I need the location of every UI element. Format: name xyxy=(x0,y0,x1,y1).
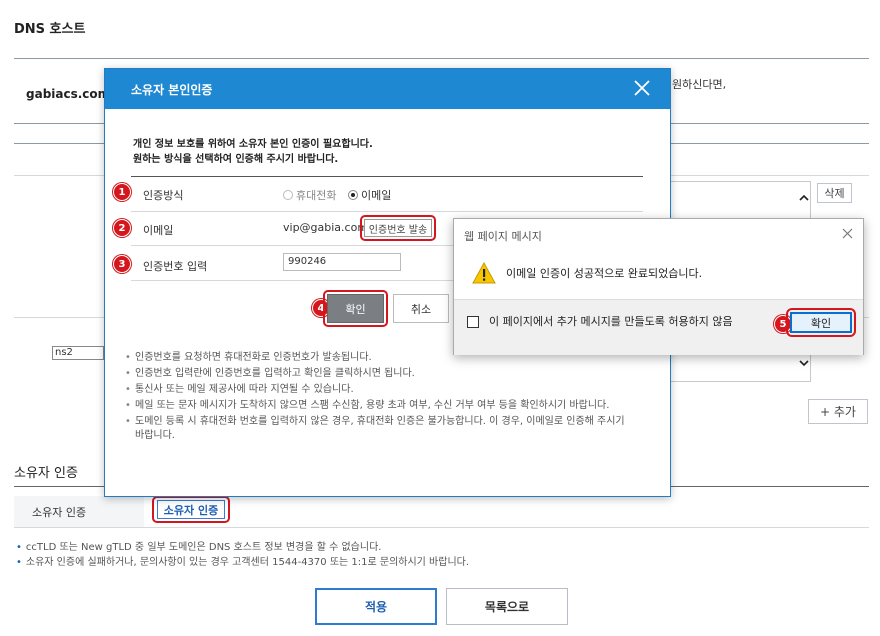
divider xyxy=(131,211,643,212)
radio-label: 이메일 xyxy=(360,189,392,202)
list-item: 인증번호 입력란에 인증번호를 입력하고 확인을 클릭하시면 됩니다. xyxy=(125,367,655,381)
method-label: 인증방식 xyxy=(143,189,184,202)
list-item: 도메인 등록 시 휴대전화 번호를 입력하지 않은 경우, 휴대전화 인증은 불… xyxy=(125,415,655,443)
code-input[interactable]: 990246 xyxy=(283,253,401,271)
owner-row-label: 소유자 인증 xyxy=(14,496,144,527)
radio-circle[interactable] xyxy=(347,190,358,200)
highlight-ring xyxy=(786,308,856,337)
page-title: DNS 호스트 xyxy=(14,22,86,37)
apply-button[interactable]: 적용 xyxy=(315,588,437,625)
suppress-checkbox-label: 이 페이지에서 추가 메시지를 만들도록 허용하지 않음 xyxy=(489,315,733,328)
intro-line: 개인 정보 보호를 위하여 소유자 본인 인증이 필요합니다. xyxy=(133,139,373,150)
ns-textarea[interactable] xyxy=(670,181,811,221)
modal-header: 소유자 본인인증 xyxy=(105,69,670,109)
web-message-dialog: 웹 페이지 메시지 이메일 인증이 성공적으로 완료되었습니다. 이 페이지에서… xyxy=(453,218,864,355)
radio-email[interactable]: 이메일 xyxy=(347,189,392,202)
email-label: 이메일 xyxy=(143,224,174,237)
step-badge: 3 xyxy=(113,255,131,273)
dialog-message: 이메일 인증이 성공적으로 완료되었습니다. xyxy=(506,267,703,280)
ns2-input[interactable]: ns2 xyxy=(52,346,104,360)
owner-section-title: 소유자 인증 xyxy=(14,466,78,481)
highlight-ring xyxy=(323,290,388,327)
background-text: 원하신다면, xyxy=(672,78,727,91)
close-icon[interactable] xyxy=(632,78,652,98)
modal-intro: 개인 정보 보호를 위하여 소유자 본인 인증이 필요합니다. 원하는 방식을 … xyxy=(133,137,373,167)
cancel-button[interactable]: 취소 xyxy=(393,294,449,323)
delete-button[interactable]: 삭제 xyxy=(817,183,852,203)
suppress-checkbox[interactable] xyxy=(467,316,479,328)
notes-list: ccTLD 또는 New gTLD 중 일부 도메인은 DNS 호스트 정보 변… xyxy=(16,540,469,570)
add-button[interactable]: + 추가 xyxy=(808,399,868,424)
highlight-ring xyxy=(152,496,230,523)
step-badge: 1 xyxy=(113,183,131,201)
radio-circle[interactable] xyxy=(283,190,293,200)
domain-name: gabiacs.com xyxy=(26,87,111,101)
divider xyxy=(14,527,869,528)
close-icon[interactable] xyxy=(842,228,853,239)
chevron-up-icon[interactable] xyxy=(799,194,809,201)
chevron-down-icon[interactable] xyxy=(799,360,809,367)
dialog-title: 웹 페이지 메시지 xyxy=(464,230,542,243)
divider xyxy=(14,58,869,59)
back-to-list-button[interactable]: 목록으로 xyxy=(446,588,568,625)
radio-label: 휴대전화 xyxy=(296,189,337,202)
email-value: vip@gabia.com xyxy=(283,221,369,234)
method-radio-group: 휴대전화 이메일 xyxy=(283,187,391,203)
list-item: 통신사 또는 메일 제공사에 따라 지연될 수 있습니다. xyxy=(125,383,655,397)
code-label: 인증번호 입력 xyxy=(143,260,208,273)
modal-title: 소유자 본인인증 xyxy=(131,82,213,97)
dialog-footer: 이 페이지에서 추가 메시지를 만들도록 허용하지 않음 5 확인 xyxy=(454,299,863,355)
list-item: 메일 또는 문자 메시지가 도착하지 않으면 스팸 수신함, 용량 초과 여부,… xyxy=(125,399,655,413)
highlight-ring xyxy=(360,215,436,241)
list-item: ccTLD 또는 New gTLD 중 일부 도메인은 DNS 호스트 정보 변… xyxy=(16,540,469,555)
list-item: 소유자 인증에 실패하거나, 문의사항이 있는 경우 고객센터 1544-437… xyxy=(16,555,469,570)
step-badge: 2 xyxy=(113,219,131,237)
divider xyxy=(131,176,643,177)
modal-info-list: 인증번호를 요청하면 휴대전화로 인증번호가 발송됩니다. 인증번호 입력란에 … xyxy=(125,351,655,445)
radio-phone[interactable]: 휴대전화 xyxy=(283,189,336,202)
warning-icon xyxy=(472,262,496,284)
intro-line: 원하는 방식을 선택하여 인증해 주시기 바랍니다. xyxy=(133,154,339,165)
